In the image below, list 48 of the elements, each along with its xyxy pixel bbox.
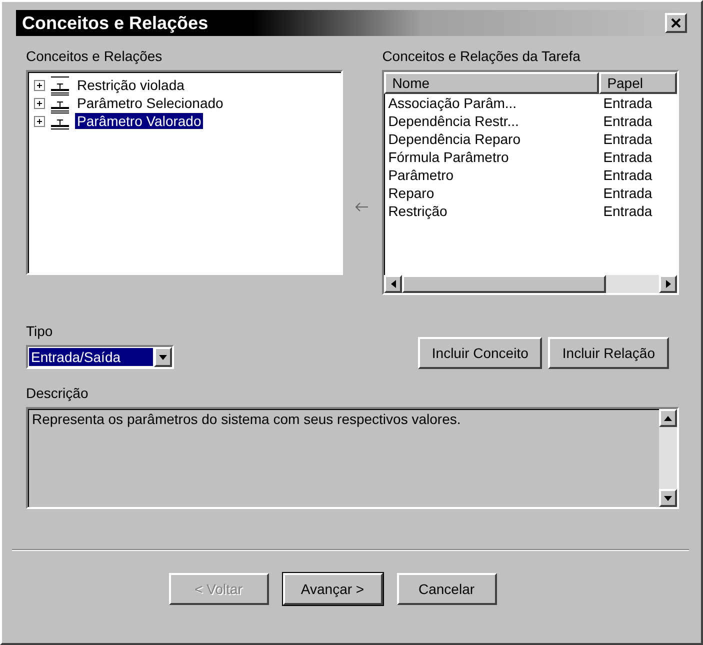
tree-item[interactable]: Restrição violada [75, 77, 186, 93]
description-field[interactable]: Representa os parâmetros do sistema com seus respectivos valores. [26, 407, 679, 509]
scroll-right-icon [666, 280, 670, 288]
include-button[interactable]: Incluir Conceito [418, 337, 542, 369]
scroll-left-icon [390, 280, 396, 288]
plus-icon [35, 116, 44, 126]
field-label: Descrição [26, 385, 90, 401]
list-cell-text: Entrada [602, 148, 654, 166]
constraint-icon [49, 76, 71, 94]
expand-button[interactable] [34, 98, 45, 108]
plus-icon [35, 80, 44, 90]
wizard-button[interactable]: Avançar > [282, 573, 382, 605]
tree-item[interactable]: Parâmetro Valorado [75, 113, 204, 129]
type-dropdown[interactable]: Entrada/Saída [26, 345, 174, 369]
list-cell-text: Entrada [602, 130, 654, 148]
list-cell-text: Dependência Reparo [387, 130, 522, 148]
list-cell-text: Reparo [387, 184, 436, 202]
list-cell-text: Restrição [387, 202, 448, 220]
window-title: Conceitos e Relações [22, 12, 208, 34]
expand-button[interactable] [34, 116, 45, 126]
list-cell-text: Entrada [602, 166, 654, 184]
expand-button[interactable] [34, 80, 45, 90]
plus-icon [35, 98, 44, 108]
field-label: Conceitos e Relações [26, 48, 164, 64]
list-cell-text: Entrada [602, 202, 654, 220]
column-header[interactable]: Papel [599, 72, 677, 94]
list-cell-text: Associação Parâm... [387, 94, 518, 112]
field-label: Tipo [26, 323, 54, 339]
column-header[interactable]: Nome [384, 72, 600, 94]
list-cell-text: Fórmula Parâmetro [387, 148, 510, 166]
close-icon [671, 18, 681, 28]
scroll-up-icon [664, 416, 672, 420]
scroll-down-icon [664, 496, 672, 500]
dropdown-arrow-icon [159, 354, 167, 360]
wizard-button[interactable]: Cancelar [396, 573, 496, 605]
constraint-icon [49, 94, 71, 112]
list-cell-text: Entrada [602, 94, 654, 112]
list-cell-text: Dependência Restr... [387, 112, 520, 130]
list-cell-text: Entrada [602, 112, 654, 130]
list-cell-text: Parâmetro [387, 166, 455, 184]
constraint-icon [49, 112, 71, 130]
include-button[interactable]: Incluir Relação [548, 337, 669, 369]
field-label: Conceitos e Relações da Tarefa [382, 48, 582, 64]
tree-item[interactable]: Parâmetro Selecionado [75, 95, 226, 111]
list-cell-text: Entrada [602, 184, 654, 202]
close-button[interactable] [665, 13, 687, 33]
horizontal-scrollbar[interactable] [384, 275, 677, 293]
arrow-left-icon [355, 200, 370, 212]
